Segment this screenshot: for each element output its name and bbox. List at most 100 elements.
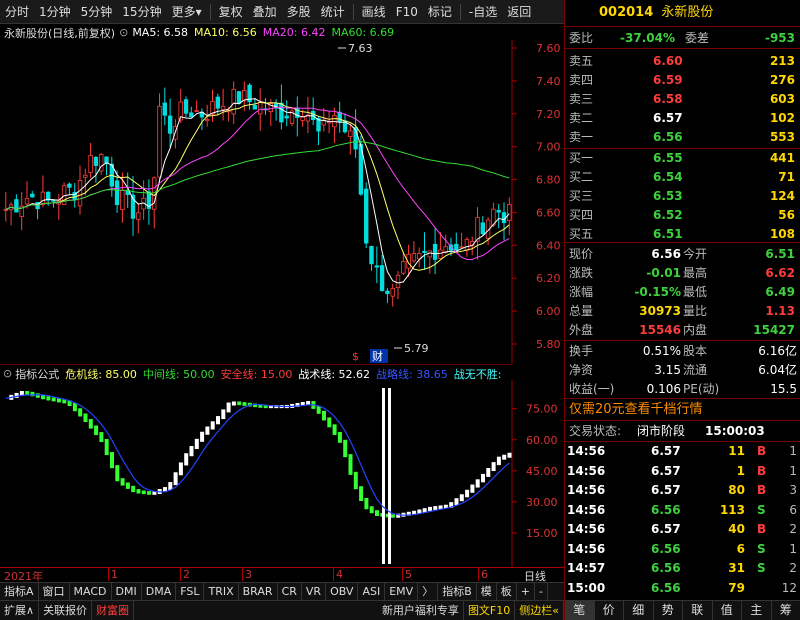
toolbar-item[interactable]: 画线 — [357, 0, 391, 24]
toolbar-item[interactable]: 分时 — [0, 0, 34, 24]
quote-tab[interactable]: 势 — [654, 601, 683, 620]
ma-dropdown-icon[interactable]: ⊙ — [119, 26, 128, 39]
toolbar-item[interactable]: -自选 — [464, 0, 502, 24]
indicator-tab[interactable]: BRAR — [239, 582, 278, 601]
bids-volume: 441 — [769, 151, 795, 165]
bids-row[interactable]: 买四 6.52 56 — [565, 205, 800, 225]
quote-tab[interactable]: 主 — [742, 601, 772, 620]
indicator-tab[interactable]: 指标A — [0, 582, 39, 601]
price-tick: 5.80 — [536, 338, 561, 351]
quote-tab[interactable]: 笔 — [565, 601, 595, 620]
stat-label: 最低 — [683, 285, 708, 299]
asks-row[interactable]: 卖一 6.56 553 — [565, 127, 800, 147]
bids-row[interactable]: 买五 6.51 108 — [565, 224, 800, 244]
bids-row[interactable]: 买二 6.54 71 — [565, 167, 800, 187]
asks-row[interactable]: 卖四 6.59 276 — [565, 70, 800, 90]
indicator-tab[interactable]: VR — [302, 582, 327, 601]
tick-count: 2 — [789, 522, 797, 536]
stat-label: 量比 — [683, 304, 708, 318]
tick-count: 1 — [789, 463, 797, 478]
asks-row[interactable]: 卖三 6.58 603 — [565, 89, 800, 109]
toolbar-item[interactable]: 15分钟 — [117, 0, 166, 24]
promo-row[interactable]: 仅需20元查看千档行情 — [565, 400, 800, 420]
candlestick-chart[interactable]: 7.60 7.40 7.20 7.00 6.80 6.60 6.40 6.20 6.00 5.80… — [0, 40, 564, 364]
asks-row[interactable]: 卖五 6.60 213 — [565, 51, 800, 71]
candle-body — [51, 199, 56, 202]
bids-row[interactable]: 买三 6.53 124 — [565, 186, 800, 206]
ma20-label: MA20: 6.42 — [262, 26, 326, 39]
bids-price: 6.54 — [653, 170, 683, 184]
quote-tab[interactable]: 筹 — [772, 601, 800, 620]
bids-volume: 71 — [778, 170, 795, 184]
candle-body — [390, 288, 395, 297]
candle-body — [231, 88, 236, 115]
fund-value: 6.04亿 — [758, 363, 797, 377]
bottom-bar-item[interactable]: 扩展∧ — [0, 601, 40, 620]
indicator-bar — [364, 497, 369, 510]
bottom-bar-item[interactable]: 侧边栏« — [515, 601, 564, 620]
tick-row: 14:56 6.56 113 S 6 — [565, 501, 800, 519]
indicator-bar — [375, 510, 379, 517]
stat-label: 外盘 — [569, 323, 594, 337]
indicator-tab[interactable]: CR — [278, 582, 302, 601]
tick-count: 6 — [789, 502, 797, 517]
indicator-tab[interactable]: FSL — [176, 582, 205, 601]
month-label: 1 — [108, 568, 118, 581]
promo-text[interactable]: 仅需20元查看千档行情 — [569, 400, 703, 420]
indicator-tab[interactable]: ASI — [358, 582, 386, 601]
fund-label: 收益(一) — [569, 382, 615, 396]
indicator-tab[interactable]: MACD — [70, 582, 112, 601]
indicator-tab[interactable]: 〉 — [418, 582, 439, 601]
fund-label: 流通 — [683, 363, 708, 377]
indicator-bar — [343, 439, 348, 458]
toolbar-item[interactable]: 更多▾ — [167, 0, 207, 24]
quote-tab[interactable]: 细 — [624, 601, 654, 620]
indicator-tab[interactable]: TRIX — [204, 582, 239, 601]
toolbar-item[interactable]: 复权 — [214, 0, 248, 24]
candle-body — [507, 204, 512, 221]
indicator-tab[interactable]: DMA — [142, 582, 177, 601]
indicator-tab[interactable]: OBV — [326, 582, 359, 601]
toolbar-item[interactable]: 叠加 — [248, 0, 282, 24]
indicator-tab[interactable]: EMV — [385, 582, 419, 601]
bottom-bar-item[interactable]: 图文F10 — [464, 601, 516, 620]
indicator-tab[interactable]: 指标B — [438, 582, 477, 601]
stat-label: 内盘 — [683, 323, 708, 337]
indicator-tab[interactable]: - — [535, 582, 548, 601]
dollar-mark: $ — [352, 350, 359, 363]
asks-volume: 553 — [769, 130, 795, 144]
indicator-tab[interactable]: 模 — [477, 582, 497, 601]
bottom-bar-item[interactable]: 财富圈 — [92, 601, 135, 620]
indicator-chart[interactable]: 75.00 60.00 45.00 30.00 15.00 — [0, 380, 564, 568]
indicator-dropdown-icon[interactable]: ⊙ — [3, 367, 12, 380]
toolbar-item[interactable]: 统计 — [316, 0, 350, 24]
tick-row: 15:00 6.56 79 12 — [565, 579, 800, 597]
quote-tab[interactable]: 价 — [595, 601, 624, 620]
bids-row[interactable]: 买一 6.55 441 — [565, 148, 800, 168]
toolbar-item[interactable]: 1分钟 — [34, 0, 76, 24]
indicator-bar — [226, 402, 231, 413]
toolbar-item[interactable]: 5分钟 — [76, 0, 118, 24]
bottom-bar-item[interactable]: 关联报价 — [39, 601, 93, 620]
quote-tab[interactable]: 联 — [683, 601, 713, 620]
indicator-bar — [231, 401, 236, 406]
price-tick: 7.60 — [536, 42, 561, 55]
indicator-tab[interactable]: + — [517, 582, 535, 601]
toolbar-item[interactable]: 多股 — [282, 0, 316, 24]
candle-body — [454, 243, 459, 251]
finance-mark[interactable]: 财 — [372, 349, 383, 363]
indicator-bar — [147, 491, 152, 495]
indicator-tab[interactable]: DMI — [112, 582, 142, 601]
toolbar-item[interactable]: 标记 — [423, 0, 457, 24]
high-price-label: 7.63 — [348, 42, 373, 55]
stat-label: 最高 — [683, 266, 708, 280]
indicator-tab[interactable]: 窗口 — [39, 582, 70, 601]
indicator-bar — [120, 478, 125, 486]
quote-tab[interactable]: 值 — [713, 601, 742, 620]
toolbar-item[interactable]: F10 — [391, 0, 423, 24]
toolbar-item[interactable]: 返回 — [502, 0, 536, 24]
asks-row[interactable]: 卖二 6.57 102 — [565, 108, 800, 128]
indicator-tab[interactable]: 板 — [497, 582, 517, 601]
bottom-bar-item[interactable]: 新用户福利专享 — [378, 601, 464, 620]
indicator-bar — [173, 472, 178, 486]
